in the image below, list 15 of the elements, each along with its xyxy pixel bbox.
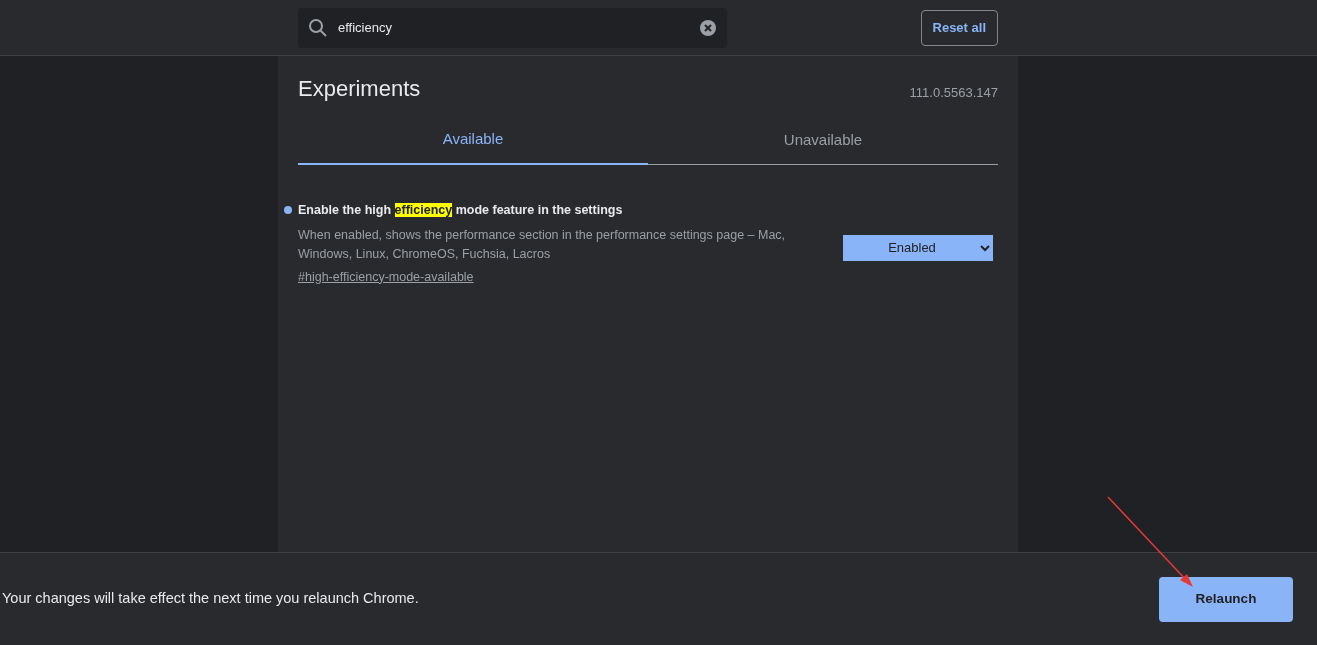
search-icon	[308, 18, 328, 38]
clear-icon[interactable]	[699, 19, 717, 37]
experiment-title: Enable the high efficiency mode feature in the settings	[298, 201, 624, 219]
experiment-link[interactable]: #high-efficiency-mode-available	[298, 267, 474, 287]
tab[interactable]: Unavailable	[648, 118, 998, 165]
reset-all-button[interactable]: Reset all	[920, 10, 998, 46]
relaunch-message: Your changes will take effect the next time you relaunch Chrome.	[2, 589, 419, 609]
search-input[interactable]: efficiency	[336, 17, 691, 39]
version-text: 111.0.5563.147	[909, 83, 998, 102]
state-dropdown[interactable]: Enabled	[843, 234, 993, 261]
experiment-description: When enabled, shows the performance section in the performance settings page – Mac, Windows, Linux, ChromeOS, Fuchsia, Lacros	[298, 226, 787, 263]
relaunch-button[interactable]: Relaunch	[1159, 576, 1293, 622]
search-field[interactable]: efficiency	[298, 8, 727, 48]
tab[interactable]: Available	[298, 118, 648, 165]
page-title: Experiments	[298, 75, 421, 103]
